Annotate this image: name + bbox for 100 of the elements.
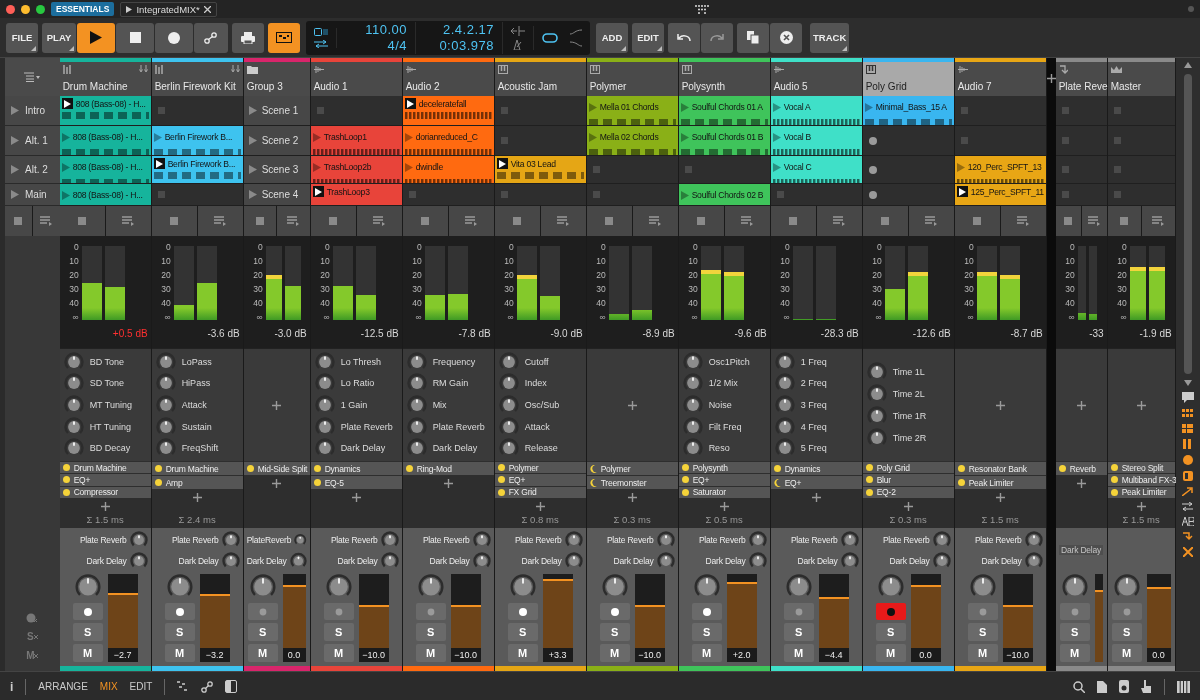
device-slot[interactable]: Drum Machine xyxy=(59,462,151,474)
volume-fader[interactable] xyxy=(1146,574,1171,648)
send-knob[interactable] xyxy=(380,551,399,570)
scene-button[interactable]: Alt. 2 xyxy=(5,156,60,184)
power-dot-icon[interactable] xyxy=(497,464,505,472)
clip-list-button[interactable] xyxy=(32,206,60,236)
volume-fader[interactable] xyxy=(634,574,665,648)
device-slot[interactable]: Blur xyxy=(862,474,954,486)
volume-fader[interactable] xyxy=(358,574,389,648)
clip-list-button[interactable] xyxy=(1000,206,1046,236)
send-knob[interactable] xyxy=(564,551,583,570)
track-button[interactable]: TRACK xyxy=(810,22,850,53)
volume-fader[interactable] xyxy=(818,574,849,648)
add-icon[interactable] xyxy=(627,400,637,410)
clip[interactable]: dorianreduced_C xyxy=(402,126,494,156)
add-icon[interactable] xyxy=(811,493,821,502)
power-dot-icon[interactable] xyxy=(1110,488,1118,496)
stop-button[interactable] xyxy=(402,206,448,236)
power-dot-icon[interactable] xyxy=(405,465,413,472)
power-dot-icon[interactable] xyxy=(865,488,873,496)
add-icon[interactable] xyxy=(1136,400,1146,410)
stop-button[interactable] xyxy=(1055,206,1081,236)
device-slot[interactable]: Poly Grid xyxy=(862,462,954,474)
clear-arm-icon[interactable] xyxy=(26,613,39,623)
loop-icon[interactable] xyxy=(542,32,558,43)
volume-fader[interactable] xyxy=(450,574,481,648)
mute-button[interactable]: M xyxy=(247,644,278,662)
add-icon[interactable] xyxy=(995,400,1005,410)
device-slot[interactable]: EQ+ xyxy=(59,474,151,486)
circle-icon[interactable] xyxy=(1182,455,1193,465)
mute-button[interactable]: M xyxy=(72,644,103,662)
play-menu-button[interactable]: PLAY xyxy=(42,22,76,53)
send-knob[interactable] xyxy=(840,530,859,549)
play-icon[interactable] xyxy=(11,106,19,115)
power-dot-icon[interactable] xyxy=(1110,476,1118,484)
play-icon[interactable] xyxy=(248,190,257,199)
beat-position[interactable]: 2.4.2.17 xyxy=(443,21,494,38)
add-icon[interactable] xyxy=(719,502,729,511)
clip[interactable]: 808 (Bass-08) - H... xyxy=(59,126,151,156)
solo-button[interactable]: S xyxy=(507,623,538,642)
power-dot-icon[interactable] xyxy=(957,465,965,472)
power-dot-icon[interactable] xyxy=(246,465,254,472)
mute-button[interactable]: M xyxy=(164,644,195,662)
clip-list-button[interactable] xyxy=(356,206,402,236)
solo-button[interactable]: S xyxy=(323,623,354,642)
solo-button[interactable]: S xyxy=(1111,623,1142,642)
track-header[interactable]: Berlin Firework Kit xyxy=(151,58,243,96)
mute-button[interactable]: M xyxy=(967,644,998,662)
power-dot-icon[interactable] xyxy=(1110,464,1118,472)
scene-slot[interactable]: Scene 2 xyxy=(243,126,310,156)
track-header[interactable]: Poly Grid xyxy=(862,58,954,96)
track-header[interactable]: Audio 2 xyxy=(402,58,494,96)
workspace-badge[interactable]: ESSENTIALS xyxy=(51,2,115,16)
power-dot-icon[interactable] xyxy=(681,488,689,496)
device-slot[interactable]: Polymer xyxy=(494,462,586,474)
track-header[interactable]: Master xyxy=(1107,58,1175,96)
scene-slot[interactable]: Scene 4 xyxy=(243,184,310,206)
device-slot[interactable]: Ring-Mod xyxy=(402,462,494,475)
clip[interactable]: Vocal C xyxy=(770,156,862,184)
device-slot[interactable]: Peak Limiter xyxy=(954,476,1046,489)
device-slot[interactable]: Reverb xyxy=(1055,462,1107,475)
scroll-down-icon[interactable] xyxy=(1183,380,1192,386)
panel-icon[interactable] xyxy=(1182,471,1193,481)
clip[interactable]: 808 (Bass-08) - H... xyxy=(59,96,151,126)
clip[interactable]: Mella 01 Chords xyxy=(586,96,678,126)
play-icon[interactable] xyxy=(11,165,19,174)
power-dot-icon[interactable] xyxy=(681,464,689,472)
clip-list-button[interactable] xyxy=(816,206,862,236)
add-icon[interactable] xyxy=(535,502,545,511)
record-slot-icon[interactable] xyxy=(868,136,877,145)
ab-compare-icon[interactable] xyxy=(1181,517,1194,526)
view-tab[interactable]: MIX xyxy=(99,681,118,692)
clip[interactable]: TrashLoop2b xyxy=(310,156,402,184)
record-slot-icon[interactable] xyxy=(868,190,877,199)
close-window-button[interactable] xyxy=(6,4,15,14)
device-slot[interactable]: EQ+ xyxy=(494,474,586,486)
track-header[interactable]: Audio 7 xyxy=(954,58,1046,96)
mute-button[interactable]: M xyxy=(323,644,354,662)
track-header[interactable]: Audio 1 xyxy=(310,58,402,96)
duplicate-button[interactable] xyxy=(737,22,769,53)
view-tab[interactable]: EDIT xyxy=(129,681,153,692)
redo-button[interactable] xyxy=(701,22,733,53)
add-icon[interactable] xyxy=(1076,479,1086,488)
moon-icon[interactable] xyxy=(773,478,781,487)
record-arm-button[interactable] xyxy=(875,602,906,621)
zoom-window-button[interactable] xyxy=(36,4,45,14)
record-arm-button[interactable] xyxy=(72,602,103,621)
search-icon[interactable] xyxy=(1073,680,1085,693)
power-dot-icon[interactable] xyxy=(865,464,873,472)
send-knob[interactable] xyxy=(289,551,307,570)
send-knob[interactable] xyxy=(748,551,767,570)
piano-keys-icon[interactable] xyxy=(1177,680,1190,693)
mute-button[interactable]: M xyxy=(1059,644,1090,662)
send-knob[interactable] xyxy=(129,551,148,570)
close-icon[interactable] xyxy=(1182,547,1193,557)
printer-button[interactable] xyxy=(232,22,264,53)
clip-list-button[interactable] xyxy=(908,206,954,236)
device-slot[interactable]: Resonator Bank xyxy=(954,462,1046,475)
clip-list-button[interactable] xyxy=(540,206,586,236)
power-dot-icon[interactable] xyxy=(773,465,781,472)
